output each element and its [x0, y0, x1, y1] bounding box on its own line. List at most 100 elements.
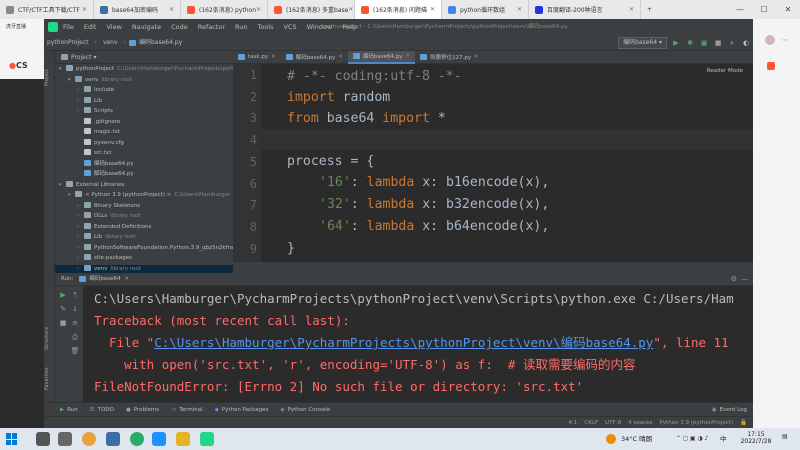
- breadcrumb-venv[interactable]: venv: [100, 35, 121, 51]
- run-config-select[interactable]: 编码base64 ▾: [618, 37, 667, 49]
- expand-arrow-icon[interactable]: ›: [77, 223, 84, 232]
- close-tab-icon[interactable]: ✕: [256, 6, 261, 13]
- browser-tab[interactable]: base64加密编码 ✕: [94, 0, 181, 19]
- clear-icon[interactable]: 🗑: [70, 346, 80, 356]
- breadcrumb-project[interactable]: pythonProject: [44, 35, 92, 51]
- tree-item[interactable]: › site-packages: [55, 254, 132, 263]
- browser-tab[interactable]: (162条消息) 多重base ✕: [268, 0, 355, 19]
- wechat-icon[interactable]: [130, 432, 144, 446]
- settings-icon[interactable]: ⚙: [731, 273, 737, 286]
- tree-item[interactable]: ▾ venv library root: [55, 75, 132, 85]
- tool-window-button[interactable]: ▶ Run: [54, 403, 84, 417]
- tree-item[interactable]: › DLLs library root: [55, 212, 141, 221]
- tool-window-button[interactable]: ◈ Python Console: [274, 403, 336, 417]
- expand-arrow-icon[interactable]: ▾: [59, 65, 66, 74]
- close-tab-icon[interactable]: ✕: [268, 54, 276, 60]
- tool-window-button[interactable]: ◆ Python Packages: [209, 403, 275, 417]
- close-tab-icon[interactable]: ✕: [430, 6, 435, 13]
- browser-icon[interactable]: [152, 432, 166, 446]
- tool-window-button[interactable]: ● Problems: [120, 403, 165, 417]
- menu-run[interactable]: Run: [230, 19, 252, 35]
- tree-item[interactable]: › PythonSoftwareFoundation.Python.3.9_qbz…: [55, 243, 233, 253]
- expand-arrow-icon[interactable]: ▾: [68, 191, 75, 200]
- browser-tab[interactable]: 百度翻译-200种语言 ✕: [529, 0, 641, 19]
- tree-item[interactable]: src.txt: [55, 149, 111, 158]
- search-icon[interactable]: [36, 432, 50, 446]
- close-tab-icon[interactable]: ✕: [629, 6, 634, 13]
- tree-item[interactable]: pyvenv.cfg: [55, 138, 124, 148]
- close-tab-icon[interactable]: ✕: [471, 54, 479, 60]
- more-icon[interactable]: ⋯: [781, 36, 788, 44]
- run-tab[interactable]: 编码base64: [89, 273, 120, 286]
- structure-tool-tab[interactable]: Structure: [44, 321, 55, 356]
- tree-item[interactable]: › Extended Definitions: [55, 222, 151, 232]
- task-view-icon[interactable]: [58, 432, 72, 446]
- editor-tab[interactable]: 凯撒移位127.py ✕: [415, 51, 484, 64]
- search-icon[interactable]: ⌕: [727, 38, 737, 48]
- tree-item[interactable]: ▾ pythonProject C:\Users\Hamburger\Pycharm…: [55, 65, 233, 74]
- tree-item[interactable]: › venv library root: [55, 264, 233, 273]
- close-tab-icon[interactable]: ✕: [348, 6, 353, 13]
- expand-arrow-icon[interactable]: ▾: [68, 76, 75, 85]
- menu-refactor[interactable]: Refactor: [193, 19, 230, 35]
- menu-vcs[interactable]: VCS: [278, 19, 301, 35]
- scroll-up-icon[interactable]: ↑: [70, 290, 80, 300]
- tree-item[interactable]: magic.txt: [55, 128, 120, 137]
- tree-item[interactable]: › Binary Skeletons: [55, 201, 140, 211]
- tool-window-button[interactable]: ▭ Terminal: [165, 403, 208, 417]
- close-tab-icon[interactable]: ✕: [403, 53, 411, 59]
- app-icon[interactable]: [106, 432, 120, 446]
- expand-arrow-icon[interactable]: ›: [77, 254, 84, 263]
- close-icon[interactable]: ✕: [776, 0, 800, 19]
- notification-icon[interactable]: ▤: [782, 433, 792, 445]
- close-tab-icon[interactable]: ✕: [517, 6, 522, 13]
- tool-window-button[interactable]: ☰ TODO: [84, 403, 120, 417]
- editor-tab[interactable]: 编码base64.py ✕: [347, 50, 416, 64]
- event-log-button[interactable]: ◉ Event Log: [706, 403, 753, 417]
- folder-icon[interactable]: [176, 432, 190, 446]
- tree-item[interactable]: 编码base64.py: [55, 159, 134, 169]
- tree-item[interactable]: › Lib: [55, 96, 102, 106]
- run-console[interactable]: C:\Users\Hamburger\PycharmProjects\pytho…: [83, 286, 753, 402]
- hide-panel-icon[interactable]: —: [741, 273, 748, 286]
- favorites-tool-tab[interactable]: Favorites: [44, 361, 55, 396]
- menu-edit[interactable]: Edit: [79, 19, 102, 35]
- tree-item[interactable]: ▾ < Python 3.9 (pythonProject) > C:\Users\…: [55, 191, 230, 200]
- expand-arrow-icon[interactable]: ›: [77, 244, 84, 253]
- menu-code[interactable]: Code: [166, 19, 193, 35]
- soft-wrap-icon[interactable]: ≡: [70, 318, 80, 328]
- run-icon[interactable]: ▶: [671, 38, 681, 48]
- code-editor[interactable]: # -*- coding:utf-8 -*- import random fro…: [261, 64, 753, 262]
- tree-item[interactable]: 解码base64.py: [55, 170, 134, 179]
- new-tab-button[interactable]: +: [641, 0, 658, 19]
- close-run-tab-icon[interactable]: ✕: [121, 273, 130, 286]
- bookmark-item[interactable]: 虎牙直播: [0, 19, 44, 35]
- tray-icons[interactable]: ⌃ ◻ ▣ ◑ ♪: [676, 428, 708, 450]
- reader-mode-button[interactable]: Reader Mode: [707, 68, 743, 74]
- expand-arrow-icon[interactable]: ›: [77, 233, 84, 242]
- update-icon[interactable]: ◐: [741, 38, 751, 48]
- chrome-icon[interactable]: [82, 432, 96, 446]
- ime-indicator[interactable]: 中: [720, 428, 727, 450]
- debug-icon[interactable]: ✱: [685, 38, 695, 48]
- close-tab-icon[interactable]: ✕: [82, 6, 87, 13]
- expand-arrow-icon[interactable]: ›: [77, 97, 84, 106]
- start-icon[interactable]: [6, 433, 18, 445]
- close-tab-icon[interactable]: ✕: [169, 6, 174, 13]
- tree-item[interactable]: .gitignore: [55, 117, 120, 127]
- menu-file[interactable]: File: [58, 19, 79, 35]
- breadcrumb-file[interactable]: 编码base64.py: [139, 35, 185, 51]
- project-view-label[interactable]: Project: [71, 54, 92, 61]
- editor-tab[interactable]: task.py ✕: [233, 51, 281, 64]
- tree-item[interactable]: › Include: [55, 86, 114, 95]
- expand-arrow-icon[interactable]: ›: [77, 107, 84, 116]
- pycharm-icon[interactable]: [200, 432, 214, 446]
- weather-text[interactable]: 34°C 晴朗: [621, 428, 652, 450]
- expand-arrow-icon[interactable]: ›: [77, 202, 84, 211]
- close-tab-icon[interactable]: ✕: [335, 54, 343, 60]
- coverage-icon[interactable]: ▣: [699, 38, 709, 48]
- browser-tab[interactable]: CTF/CTF工具下载/CTF ✕: [0, 0, 94, 19]
- project-tool-tab[interactable]: Project: [44, 57, 55, 97]
- expand-arrow-icon[interactable]: ›: [77, 212, 84, 221]
- clock[interactable]: 17:15 2022/7/28: [738, 431, 774, 445]
